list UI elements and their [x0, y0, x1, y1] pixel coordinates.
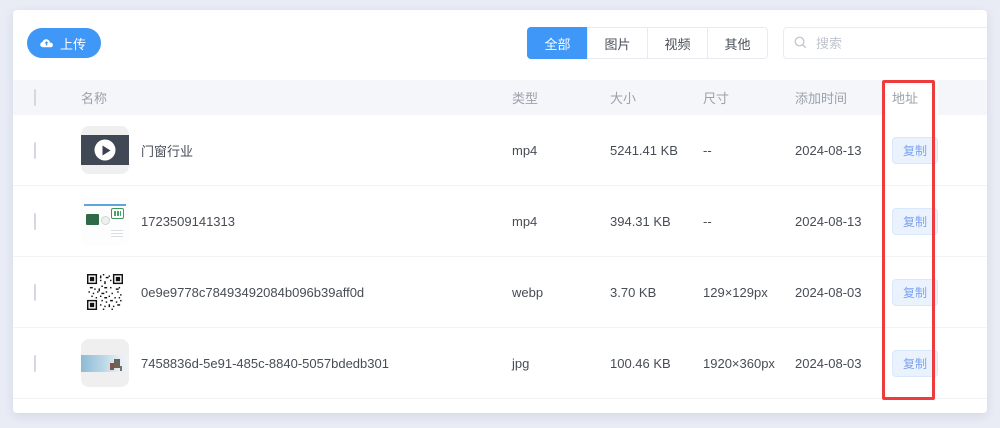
file-size: 3.70 KB — [610, 285, 703, 300]
table-row[interactable]: 7458836d-5e91-485c-8840-5057bdedb301 jpg… — [13, 328, 987, 399]
header-added-time: 添加时间 — [795, 88, 892, 107]
tab-3[interactable]: 其他 — [707, 27, 768, 59]
file-added-time: 2024-08-13 — [795, 214, 892, 229]
thumbnail — [81, 339, 129, 387]
file-added-time: 2024-08-03 — [795, 285, 892, 300]
tab-1[interactable]: 图片 — [587, 27, 648, 59]
copy-address-button[interactable]: 复制 — [892, 208, 938, 235]
file-dimensions: -- — [703, 214, 795, 229]
table-header-row: 名称 类型 大小 尺寸 添加时间 地址 — [13, 80, 987, 115]
file-dimensions: 1920×360px — [703, 356, 795, 371]
thumbnail — [81, 126, 129, 174]
file-added-time: 2024-08-13 — [795, 143, 892, 158]
header-type: 类型 — [512, 88, 610, 107]
file-name: 门窗行业 — [141, 141, 193, 160]
table-row[interactable]: 门窗行业 mp4 5241.41 KB -- 2024-08-13 复制 — [13, 115, 987, 186]
file-size: 394.31 KB — [610, 214, 703, 229]
table-body: 门窗行业 mp4 5241.41 KB -- 2024-08-13 复制 172… — [13, 115, 987, 399]
select-all-checkbox[interactable] — [34, 89, 36, 106]
search-box — [783, 27, 987, 59]
file-name: 0e9e9778c78493492084b096b39aff0d — [141, 285, 364, 300]
file-size: 5241.41 KB — [610, 143, 703, 158]
thumbnail — [81, 197, 129, 245]
search-input[interactable] — [783, 27, 987, 59]
tab-2[interactable]: 视频 — [647, 27, 708, 59]
file-dimensions: -- — [703, 143, 795, 158]
toolbar-right: 全部图片视频其他 — [527, 27, 987, 59]
file-name: 7458836d-5e91-485c-8840-5057bdedb301 — [141, 356, 389, 371]
file-added-time: 2024-08-03 — [795, 356, 892, 371]
upload-button[interactable]: 上传 — [27, 28, 101, 58]
file-type: webp — [512, 285, 610, 300]
file-dimensions: 129×129px — [703, 285, 795, 300]
tab-0[interactable]: 全部 — [527, 27, 588, 59]
row-checkbox[interactable] — [34, 213, 36, 230]
copy-address-button[interactable]: 复制 — [892, 137, 938, 164]
table-row[interactable]: 1723509141313 mp4 394.31 KB -- 2024-08-1… — [13, 186, 987, 257]
upload-button-label: 上传 — [60, 34, 86, 53]
toolbar: 上传 全部图片视频其他 — [27, 27, 987, 59]
copy-address-button[interactable]: 复制 — [892, 279, 938, 306]
file-type: jpg — [512, 356, 610, 371]
thumbnail — [81, 268, 129, 316]
table-row[interactable]: 0e9e9778c78493492084b096b39aff0d webp 3.… — [13, 257, 987, 328]
file-type: mp4 — [512, 214, 610, 229]
file-name: 1723509141313 — [141, 214, 235, 229]
row-checkbox[interactable] — [34, 284, 36, 301]
header-name: 名称 — [81, 88, 512, 107]
row-checkbox[interactable] — [34, 142, 36, 159]
media-library-panel: 上传 全部图片视频其他 名称 类型 大小 尺寸 添加时间 地址 — [13, 10, 987, 413]
copy-address-button[interactable]: 复制 — [892, 350, 938, 377]
cloud-upload-icon — [39, 36, 54, 51]
header-address: 地址 — [892, 88, 987, 107]
file-size: 100.46 KB — [610, 356, 703, 371]
tab-group: 全部图片视频其他 — [527, 27, 768, 59]
header-dimensions: 尺寸 — [703, 88, 795, 107]
row-checkbox[interactable] — [34, 355, 36, 372]
file-type: mp4 — [512, 143, 610, 158]
header-size: 大小 — [610, 88, 703, 107]
file-table: 名称 类型 大小 尺寸 添加时间 地址 门窗行业 mp4 — [13, 80, 987, 399]
